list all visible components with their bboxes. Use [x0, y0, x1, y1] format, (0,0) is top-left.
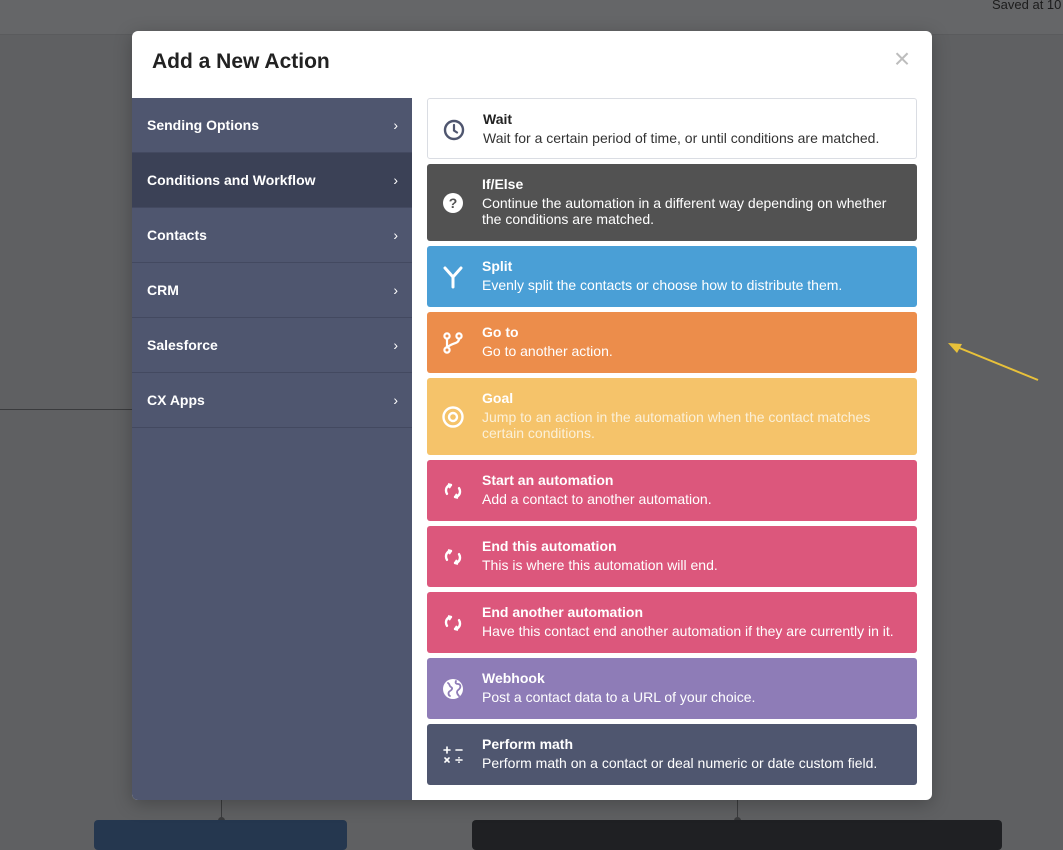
canvas-node: [94, 820, 347, 850]
globe-icon: [441, 677, 465, 701]
action-description: Add a contact to another automation.: [482, 491, 712, 507]
clock-icon: [442, 118, 466, 142]
action-card-split[interactable]: Split Evenly split the contacts or choose…: [427, 246, 917, 307]
action-title: End this automation: [482, 538, 617, 554]
action-description: Wait for a certain period of time, or un…: [483, 130, 880, 146]
action-description: Continue the automation in a different w…: [482, 195, 887, 227]
sidebar-item-label: CX Apps: [147, 392, 205, 408]
action-description: Go to another action.: [482, 343, 613, 359]
sidebar-item-cx-apps[interactable]: CX Apps ›: [132, 373, 412, 428]
action-title: Wait: [483, 111, 513, 127]
top-bar: Saved at 10: [0, 0, 1063, 35]
cycle-icon: [441, 479, 465, 503]
branch-icon: [441, 331, 465, 355]
sidebar-item-label: CRM: [147, 282, 179, 298]
action-card-wait[interactable]: Wait Wait for a certain period of time, o…: [427, 98, 917, 159]
action-title: If/Else: [482, 176, 524, 192]
action-title: Goal: [482, 390, 514, 406]
sidebar-item-label: Contacts: [147, 227, 207, 243]
action-card-text: End this automation This is where this au…: [482, 538, 903, 573]
chevron-right-icon: ›: [393, 227, 398, 243]
action-title: End another automation: [482, 604, 643, 620]
target-icon: [441, 405, 465, 429]
action-title: Split: [482, 258, 513, 274]
sidebar-item-conditions-and-workflow[interactable]: Conditions and Workflow ›: [132, 153, 412, 208]
svg-text:?: ?: [449, 195, 458, 211]
action-title: Go to: [482, 324, 519, 340]
action-card-text: Webhook Post a contact data to a URL of y…: [482, 670, 903, 705]
action-title: Perform math: [482, 736, 574, 752]
question-icon: ?: [441, 191, 465, 215]
action-card-end-another-automation[interactable]: End another automation Have this contact …: [427, 592, 917, 653]
sidebar-item-label: Conditions and Workflow: [147, 172, 316, 188]
sidebar-item-contacts[interactable]: Contacts ›: [132, 208, 412, 263]
action-card-text: Split Evenly split the contacts or choose…: [482, 258, 903, 293]
action-title: Webhook: [482, 670, 545, 686]
chevron-right-icon: ›: [393, 392, 398, 408]
action-card-webhook[interactable]: Webhook Post a contact data to a URL of y…: [427, 658, 917, 719]
action-card-end-this-automation[interactable]: End this automation This is where this au…: [427, 526, 917, 587]
action-card-go-to[interactable]: Go to Go to another action.: [427, 312, 917, 373]
sidebar-item-sending-options[interactable]: Sending Options ›: [132, 98, 412, 153]
action-description: Perform math on a contact or deal numeri…: [482, 755, 878, 771]
action-card-perform-math[interactable]: Perform math Perform math on a contact or…: [427, 724, 917, 785]
chevron-right-icon: ›: [393, 337, 398, 353]
action-card-if-else[interactable]: ? If/Else Continue the automation in a dif…: [427, 164, 917, 241]
cycle-icon: [441, 545, 465, 569]
close-button[interactable]: ×: [890, 45, 914, 73]
category-sidebar: Sending Options › Conditions and Workflow ›…: [132, 98, 412, 800]
action-description: Jump to an action in the automation when…: [482, 409, 871, 441]
action-card-text: Go to Go to another action.: [482, 324, 903, 359]
canvas-connector: [0, 409, 134, 410]
split-icon: [441, 265, 465, 289]
action-card-text: End another automation Have this contact …: [482, 604, 903, 639]
action-card-text: Goal Jump to an action in the automation …: [482, 390, 903, 441]
action-description: This is where this automation will end.: [482, 557, 718, 573]
chevron-right-icon: ›: [393, 117, 398, 133]
sidebar-item-crm[interactable]: CRM ›: [132, 263, 412, 318]
math-icon: [441, 743, 465, 767]
sidebar-item-label: Salesforce: [147, 337, 218, 353]
saved-status: Saved at 10: [992, 0, 1062, 12]
sidebar-item-salesforce[interactable]: Salesforce ›: [132, 318, 412, 373]
action-card-text: Perform math Perform math on a contact or…: [482, 736, 903, 771]
annotation-arrow-icon: [948, 343, 1039, 381]
chevron-right-icon: ›: [393, 282, 398, 298]
sidebar-item-label: Sending Options: [147, 117, 259, 133]
action-card-text: If/Else Continue the automation in a diff…: [482, 176, 903, 227]
modal-header: Add a New Action ×: [132, 31, 932, 98]
add-action-modal: Add a New Action × Sending Options › Condi…: [132, 31, 932, 800]
modal-title: Add a New Action: [152, 50, 330, 73]
action-card-goal[interactable]: Goal Jump to an action in the automation …: [427, 378, 917, 455]
action-card-text: Start an automation Add a contact to anot…: [482, 472, 903, 507]
action-description: Post a contact data to a URL of your cho…: [482, 689, 756, 705]
action-description: Have this contact end another automation…: [482, 623, 894, 639]
action-card-start-an-automation[interactable]: Start an automation Add a contact to anot…: [427, 460, 917, 521]
canvas-node: [472, 820, 1002, 850]
action-description: Evenly split the contacts or choose how …: [482, 277, 843, 293]
cycle-icon: [441, 611, 465, 635]
action-title: Start an automation: [482, 472, 614, 488]
chevron-right-icon: ›: [393, 172, 398, 188]
action-card-text: Wait Wait for a certain period of time, o…: [483, 111, 902, 146]
